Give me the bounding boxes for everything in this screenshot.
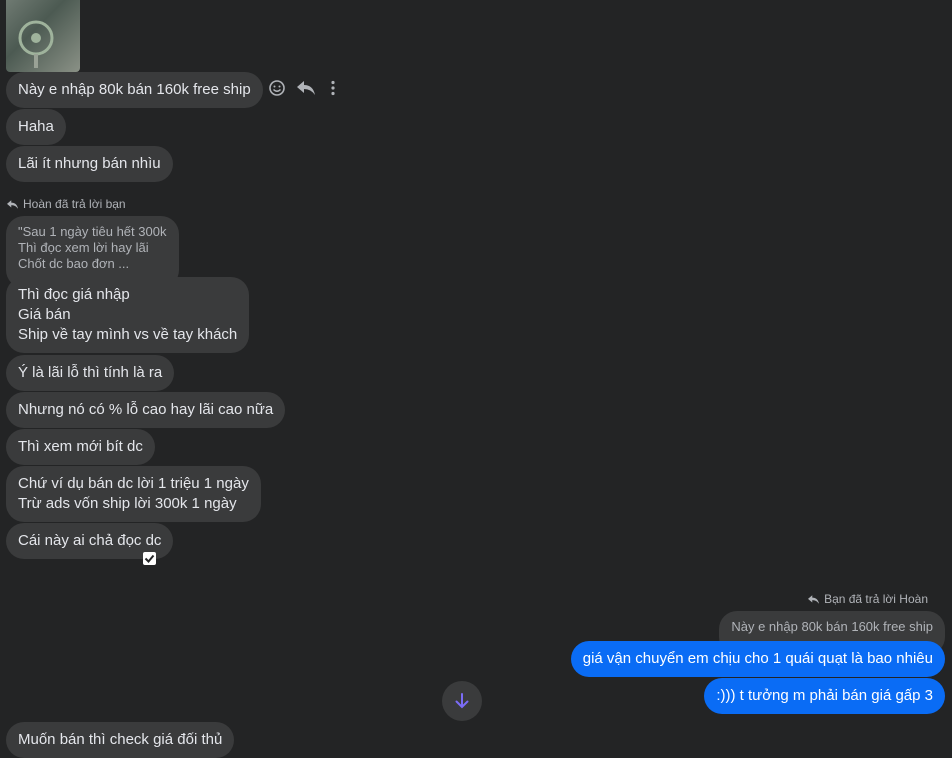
arrow-down-icon xyxy=(455,693,469,709)
scroll-to-bottom-button[interactable] xyxy=(442,681,482,721)
image-attachment[interactable] xyxy=(6,0,80,72)
message-bubble[interactable]: Haha xyxy=(6,109,66,145)
message-bubble[interactable]: Này e nhập 80k bán 160k free ship xyxy=(6,72,263,108)
smiley-icon[interactable] xyxy=(265,76,289,100)
message-bubble[interactable]: Thì xem mới bít dc xyxy=(6,429,155,465)
checkbox-icon[interactable] xyxy=(143,552,156,565)
message-bubble[interactable]: Lãi ít nhưng bán nhìu xyxy=(6,146,173,182)
reply-note-text: Hoàn đã trả lời bạn xyxy=(23,197,126,211)
outgoing-message-bubble[interactable]: :))) t tưởng m phải bán giá gấp 3 xyxy=(704,678,945,714)
reply-indicator: Bạn đã trả lời Hoàn xyxy=(807,592,928,606)
message-bubble[interactable]: Nhưng nó có % lỗ cao hay lãi cao nữa xyxy=(6,392,286,428)
fan-image xyxy=(18,20,54,68)
reply-icon[interactable] xyxy=(294,76,318,100)
message-bubble[interactable]: Thì đọc giá nhập Giá bán Ship về tay mìn… xyxy=(6,277,250,353)
reply-icon xyxy=(7,199,18,209)
reply-note-text: Bạn đã trả lời Hoàn xyxy=(824,592,928,606)
more-vertical-icon[interactable] xyxy=(321,76,345,100)
reply-icon xyxy=(808,594,820,604)
message-bubble[interactable]: Ý là lãi lỗ thì tính là ra xyxy=(6,355,175,391)
message-bubble[interactable]: Muốn bán thì check giá đối thủ xyxy=(6,722,235,758)
outgoing-message-bubble[interactable]: giá vận chuyển em chịu cho 1 quái quạt l… xyxy=(570,641,945,677)
message-bubble[interactable]: Chứ ví dụ bán dc lời 1 triệu 1 ngày Trừ … xyxy=(6,466,261,522)
reply-indicator: Hoàn đã trả lời bạn xyxy=(6,197,126,211)
